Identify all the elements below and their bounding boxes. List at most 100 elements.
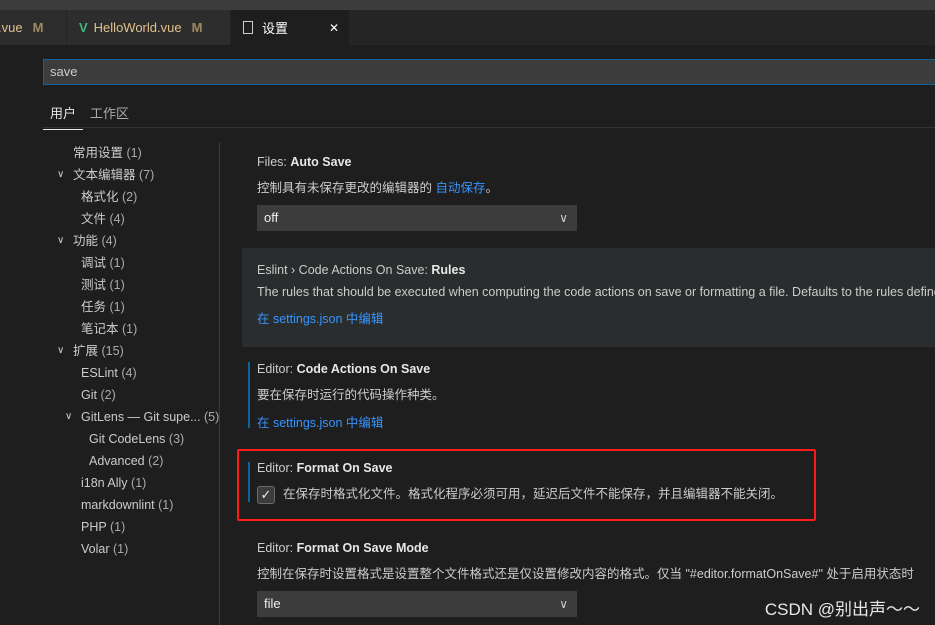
- file-icon: [243, 21, 253, 34]
- toc-count: (4): [121, 366, 137, 380]
- toc-label: 功能: [73, 234, 99, 248]
- setting-files-auto-save: Files: Auto Save 控制具有未保存更改的编辑器的 自动保存。 of…: [242, 147, 935, 239]
- setting-title: Editor: Format On Save Mode: [257, 541, 429, 555]
- toc-label: 任务: [81, 300, 107, 314]
- toc-count: (5): [203, 410, 220, 424]
- toc-item[interactable]: ∨ GitLens — Git supe... (5): [40, 406, 220, 428]
- setting-code-actions-on-save: Editor: Code Actions On Save 要在保存时运行的代码操…: [242, 354, 935, 439]
- setting-description: 要在保存时运行的代码操作种类。: [257, 388, 445, 402]
- toc-item[interactable]: i18n Ally (1): [40, 472, 220, 494]
- toc-count: (1): [112, 542, 129, 556]
- toc-item[interactable]: 任务 (1): [40, 296, 220, 318]
- setting-description: 控制具有未保存更改的编辑器的 自动保存。: [257, 181, 499, 195]
- toc-count: (15): [101, 344, 124, 358]
- toc-label: Volar: [81, 542, 110, 556]
- tab-workspace[interactable]: 工作区: [83, 97, 136, 130]
- toc-item[interactable]: 常用设置 (1): [40, 142, 220, 164]
- divider: [219, 142, 220, 625]
- tab-helloworld[interactable]: V HelloWorld.vue M: [67, 10, 231, 45]
- tab-user[interactable]: 用户: [43, 97, 84, 130]
- toc-label: 测试: [81, 278, 107, 292]
- tab-label: .vue: [0, 20, 23, 35]
- toc-label: 调试: [81, 256, 107, 270]
- toc-item[interactable]: ∨ 文本编辑器 (7): [40, 164, 220, 186]
- setting-title: Eslint › Code Actions On Save: Rules: [257, 263, 466, 277]
- toc-count: (1): [126, 146, 142, 160]
- setting-title: Editor: Code Actions On Save: [257, 362, 431, 376]
- toc-item[interactable]: 笔记本 (1): [40, 318, 220, 340]
- modified-badge: M: [191, 20, 203, 35]
- edit-in-settings-json-link[interactable]: 在 settings.json 中编辑: [257, 412, 927, 431]
- toc-item[interactable]: PHP (1): [40, 516, 220, 538]
- toc-count: (1): [109, 278, 125, 292]
- toc-count: (1): [158, 498, 174, 512]
- toc-label: markdownlint: [81, 498, 155, 512]
- toc-count: (3): [168, 432, 185, 446]
- toc-label: GitLens — Git supe...: [81, 410, 201, 424]
- tab-settings[interactable]: 设置 ✕: [231, 10, 350, 45]
- toc-count: (2): [122, 190, 138, 204]
- toc-label: 格式化: [81, 190, 119, 204]
- tab-label: 设置: [262, 21, 289, 36]
- chevron-down-icon: ∨: [559, 211, 568, 225]
- edit-in-settings-json-link[interactable]: 在 settings.json 中编辑: [257, 308, 927, 327]
- chevron-down-icon[interactable]: ∨: [65, 406, 72, 428]
- setting-title: Files: Auto Save: [257, 155, 352, 169]
- scope-tabs: 用户 工作区: [43, 97, 136, 130]
- toc-count: (1): [122, 322, 138, 336]
- watermark: CSDN @别出声～～: [764, 600, 920, 619]
- tab-label: HelloWorld.vue: [93, 20, 182, 35]
- toc-label: Git: [81, 388, 97, 402]
- setting-description: 控制在保存时设置格式是设置整个文件格式还是仅设置修改内容的格式。仅当 "#edi…: [257, 567, 914, 581]
- toc-item[interactable]: Git (2): [40, 384, 220, 406]
- highlight-box: [237, 449, 816, 521]
- setting-description: The rules that should be executed when c…: [257, 285, 935, 299]
- chevron-down-icon[interactable]: ∨: [57, 230, 64, 252]
- chevron-down-icon: ∨: [559, 597, 568, 611]
- toc-item[interactable]: ESLint (4): [40, 362, 220, 384]
- toc-label: 文本编辑器: [73, 168, 136, 182]
- settings-toc: 常用设置 (1) ∨ 文本编辑器 (7) 格式化 (2) 文件 (4) ∨ 功能 (4) 调试…: [40, 142, 220, 560]
- toc-item[interactable]: markdownlint (1): [40, 494, 220, 516]
- toc-label: Advanced: [89, 454, 145, 468]
- toc-label: ESLint: [81, 366, 118, 380]
- auto-save-link[interactable]: 自动保存: [435, 181, 485, 195]
- title-bar: [0, 0, 935, 10]
- toc-item[interactable]: Git CodeLens (3): [40, 428, 220, 450]
- toc-count: (2): [100, 388, 116, 402]
- format-mode-select[interactable]: file ∨: [257, 591, 577, 617]
- tab-vue-file[interactable]: .vue M: [0, 10, 67, 45]
- toc-label: 笔记本: [81, 322, 119, 336]
- toc-count: (1): [131, 476, 147, 490]
- toc-item[interactable]: ∨ 功能 (4): [40, 230, 220, 252]
- modified-badge: M: [32, 20, 44, 35]
- divider: [43, 127, 935, 128]
- auto-save-select[interactable]: off ∨: [257, 205, 577, 231]
- toc-label: i18n Ally: [81, 476, 128, 490]
- toc-item[interactable]: Volar (1): [40, 538, 220, 560]
- toc-label: Git CodeLens: [89, 432, 166, 446]
- chevron-down-icon[interactable]: ∨: [57, 340, 64, 362]
- chevron-down-icon[interactable]: ∨: [57, 164, 64, 186]
- toc-item[interactable]: 测试 (1): [40, 274, 220, 296]
- toc-item[interactable]: Advanced (2): [40, 450, 220, 472]
- toc-item[interactable]: ∨ 扩展 (15): [40, 340, 220, 362]
- toc-item[interactable]: 调试 (1): [40, 252, 220, 274]
- toc-count: (7): [139, 168, 155, 182]
- settings-search-input[interactable]: save: [43, 59, 935, 85]
- toc-count: (1): [109, 256, 125, 270]
- toc-item[interactable]: 格式化 (2): [40, 186, 220, 208]
- toc-item[interactable]: 文件 (4): [40, 208, 220, 230]
- editor-tab-bar: .vue M V HelloWorld.vue M 设置 ✕: [0, 10, 935, 45]
- vue-icon: V: [79, 20, 88, 35]
- toc-label: 常用设置: [73, 146, 124, 160]
- setting-eslint-rules: Eslint › Code Actions On Save: Rules The…: [242, 248, 935, 347]
- toc-count: (4): [109, 212, 125, 226]
- toc-label: PHP: [81, 520, 107, 534]
- toc-count: (1): [109, 300, 125, 314]
- toc-count: (1): [109, 520, 126, 534]
- close-icon[interactable]: ✕: [329, 21, 339, 35]
- toc-count: (4): [101, 234, 117, 248]
- toc-label: 文件: [81, 212, 107, 226]
- toc-count: (2): [148, 454, 164, 468]
